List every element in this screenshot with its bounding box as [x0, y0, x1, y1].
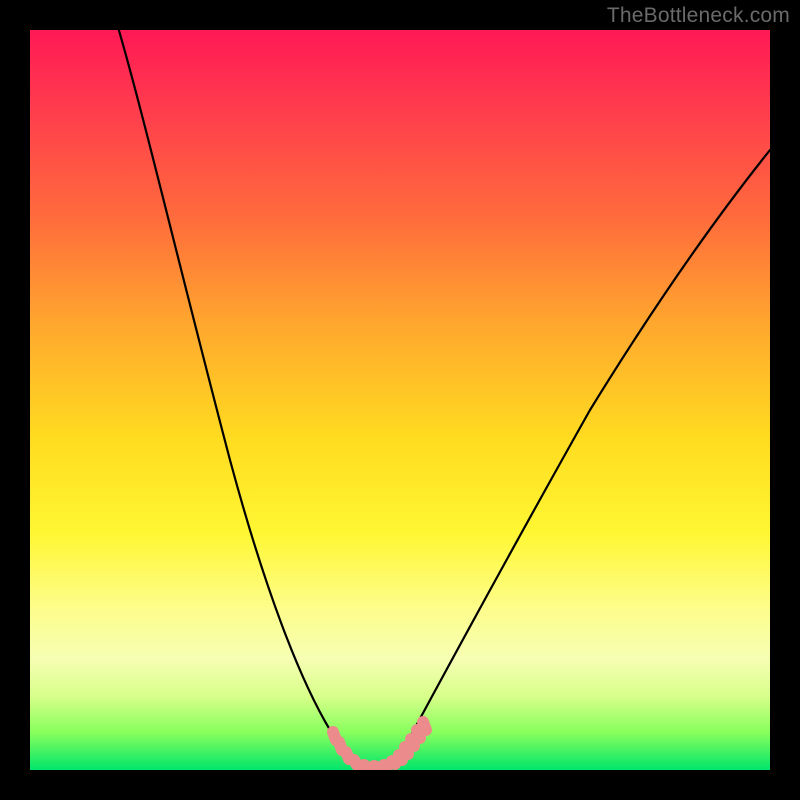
chart-frame: TheBottleneck.com: [0, 0, 800, 800]
plot-area: [30, 30, 770, 770]
highlight-markers: [333, 722, 426, 767]
bottleneck-curve: [119, 30, 770, 766]
watermark-text: TheBottleneck.com: [607, 4, 790, 28]
curve-layer: [30, 30, 770, 770]
